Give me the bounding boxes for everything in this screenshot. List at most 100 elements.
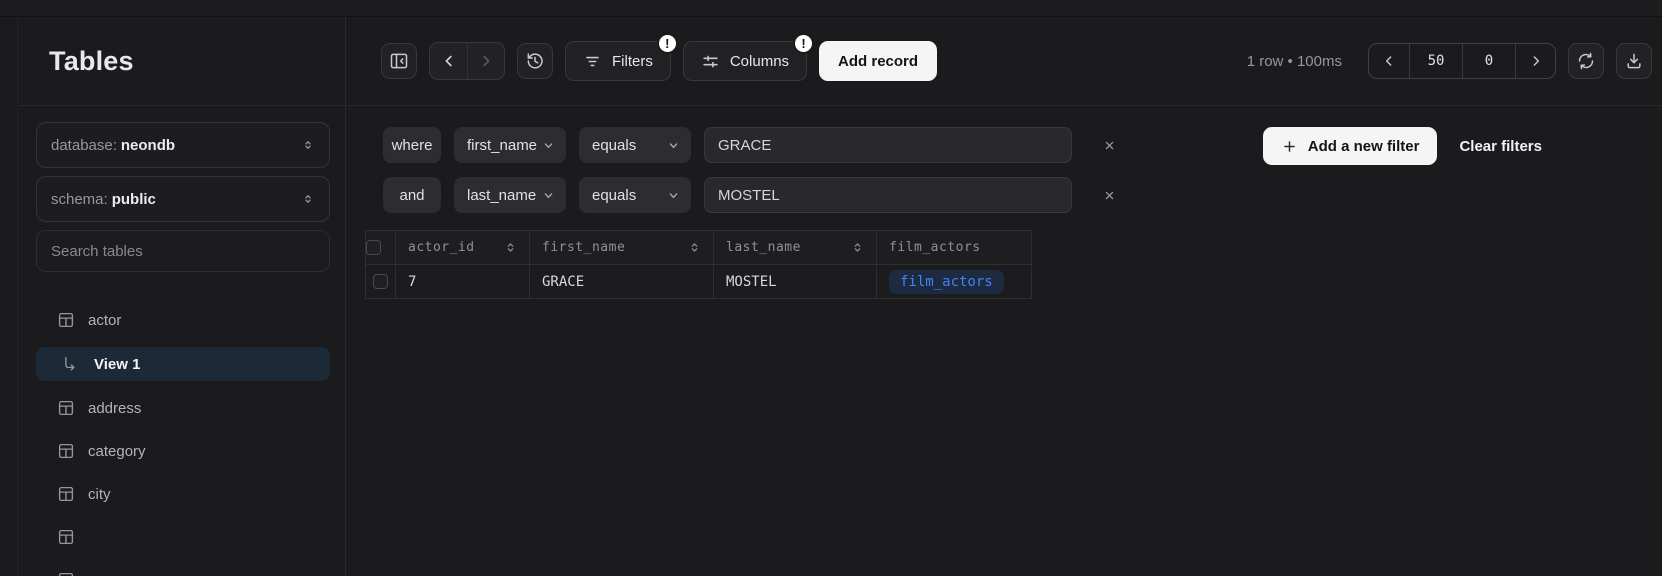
filter-operator-value: equals: [592, 137, 636, 154]
filter-conjunction[interactable]: where: [383, 127, 441, 163]
database-select-label: database:neondb: [51, 137, 175, 154]
column-header-label: last_name: [726, 240, 801, 255]
download-icon: [1624, 51, 1644, 71]
page-size-value[interactable]: 50: [1409, 44, 1462, 78]
cell-first-name[interactable]: GRACE: [530, 265, 714, 299]
sidebar-item-label: category: [88, 443, 146, 460]
sidebar-item-label: actor: [88, 312, 121, 329]
add-record-button[interactable]: Add record: [819, 41, 937, 81]
chevron-right-icon: [1528, 53, 1544, 69]
sort-icon[interactable]: [851, 241, 864, 254]
history-clock-icon: [525, 51, 545, 71]
add-filter-button[interactable]: Add a new filter: [1263, 127, 1438, 165]
filter-conjunction[interactable]: and: [383, 177, 441, 213]
sidebar-item-country[interactable]: [36, 521, 330, 553]
toolbar: Filters ! Columns ! Add record 1 row • 1…: [347, 17, 1662, 106]
filter-column-select[interactable]: first_name: [454, 127, 566, 163]
columns-button-label: Columns: [730, 53, 789, 70]
window-top-strip: [0, 0, 1662, 17]
sidebar-item-actor[interactable]: actor: [36, 304, 330, 336]
column-header-label: actor_id: [408, 240, 475, 255]
filter-row: and last_name equals: [383, 177, 1662, 213]
refresh-button[interactable]: [1568, 43, 1604, 79]
sort-icon[interactable]: [688, 241, 701, 254]
database-select[interactable]: database:neondb: [36, 122, 330, 168]
plus-icon: [1281, 138, 1298, 155]
table-icon: [57, 485, 75, 503]
filter-operator-select[interactable]: equals: [579, 177, 691, 213]
refresh-icon: [1576, 51, 1596, 71]
film-actors-link[interactable]: film_actors: [889, 270, 1004, 294]
sidebar: Tables database:neondb schema:public: [19, 17, 346, 576]
chevron-updown-icon: [301, 138, 315, 152]
column-header-first-name[interactable]: first_name: [530, 231, 714, 265]
schema-select[interactable]: schema:public: [36, 176, 330, 222]
filter-column-select[interactable]: last_name: [454, 177, 566, 213]
nav-back-button[interactable]: [430, 43, 467, 79]
search-tables-box: [36, 230, 330, 272]
sidebar-item-city[interactable]: city: [36, 478, 330, 510]
data-grid: actor_id first_name last_name: [365, 230, 1032, 299]
collapse-sidebar-button[interactable]: [381, 43, 417, 79]
column-header-actor-id[interactable]: actor_id: [396, 231, 530, 265]
sidebar-item-address[interactable]: address: [36, 392, 330, 424]
filter-value-input[interactable]: [704, 127, 1072, 163]
table-row: 7 GRACE MOSTEL film_actors: [366, 265, 1032, 299]
column-header-label: film_actors: [889, 240, 981, 255]
history-nav-group: [429, 42, 505, 80]
filters-button[interactable]: Filters !: [565, 41, 671, 81]
filter-column-value: last_name: [467, 187, 536, 204]
result-status-text: 1 row • 100ms: [1247, 53, 1342, 70]
page-next-button[interactable]: [1515, 44, 1555, 78]
sidebar-item-partial[interactable]: [36, 564, 330, 576]
sidebar-header: Tables: [19, 17, 345, 106]
chevron-left-icon: [440, 52, 458, 70]
filter-value-input[interactable]: [704, 177, 1072, 213]
column-header-film-actors[interactable]: film_actors: [877, 231, 1032, 265]
chevron-down-icon: [666, 138, 681, 153]
select-all-cell: [366, 231, 396, 265]
sidebar-body: database:neondb schema:public: [19, 106, 345, 576]
filter-icon: [583, 52, 602, 71]
table-icon: [57, 528, 75, 546]
row-checkbox[interactable]: [373, 274, 388, 289]
remove-filter-button[interactable]: [1095, 131, 1123, 159]
query-history-button[interactable]: [517, 43, 553, 79]
select-all-checkbox[interactable]: [366, 240, 381, 255]
columns-button[interactable]: Columns !: [683, 41, 807, 81]
table-icon: [57, 311, 75, 329]
chevron-left-icon: [1381, 53, 1397, 69]
sidebar-item-label: city: [88, 486, 111, 503]
columns-alert-badge: !: [793, 33, 814, 54]
download-button[interactable]: [1616, 43, 1652, 79]
clear-filters-button[interactable]: Clear filters: [1459, 138, 1542, 155]
cell-film-actors: film_actors: [877, 265, 1032, 299]
column-header-label: first_name: [542, 240, 625, 255]
tables-page: Tables database:neondb schema:public: [0, 0, 1662, 576]
sliders-icon: [701, 52, 720, 71]
cell-actor-id[interactable]: 7: [396, 265, 530, 299]
sidebar-item-label: View 1: [94, 356, 140, 373]
pagination-control: 50 0: [1368, 43, 1556, 79]
schema-select-label: schema:public: [51, 191, 156, 208]
chevron-updown-icon: [301, 192, 315, 206]
filter-column-value: first_name: [467, 137, 537, 154]
nav-forward-button[interactable]: [467, 43, 504, 79]
chevron-down-icon: [541, 138, 556, 153]
cell-last-name[interactable]: MOSTEL: [714, 265, 877, 299]
sidebar-item-category[interactable]: category: [36, 435, 330, 467]
sort-icon[interactable]: [504, 241, 517, 254]
sidebar-item-view-1[interactable]: View 1: [36, 347, 330, 381]
main-content: Filters ! Columns ! Add record 1 row • 1…: [347, 17, 1662, 576]
filters-alert-badge: !: [657, 33, 678, 54]
filter-operator-select[interactable]: equals: [579, 127, 691, 163]
sidebar-item-label: address: [88, 400, 141, 417]
page-offset-value[interactable]: 0: [1462, 44, 1515, 78]
search-tables-input[interactable]: [51, 243, 315, 260]
grid-header-row: actor_id first_name last_name: [366, 231, 1032, 265]
column-header-last-name[interactable]: last_name: [714, 231, 877, 265]
page-prev-button[interactable]: [1369, 44, 1409, 78]
chevron-right-icon: [477, 52, 495, 70]
remove-filter-button[interactable]: [1095, 181, 1123, 209]
close-icon: [1102, 188, 1117, 203]
